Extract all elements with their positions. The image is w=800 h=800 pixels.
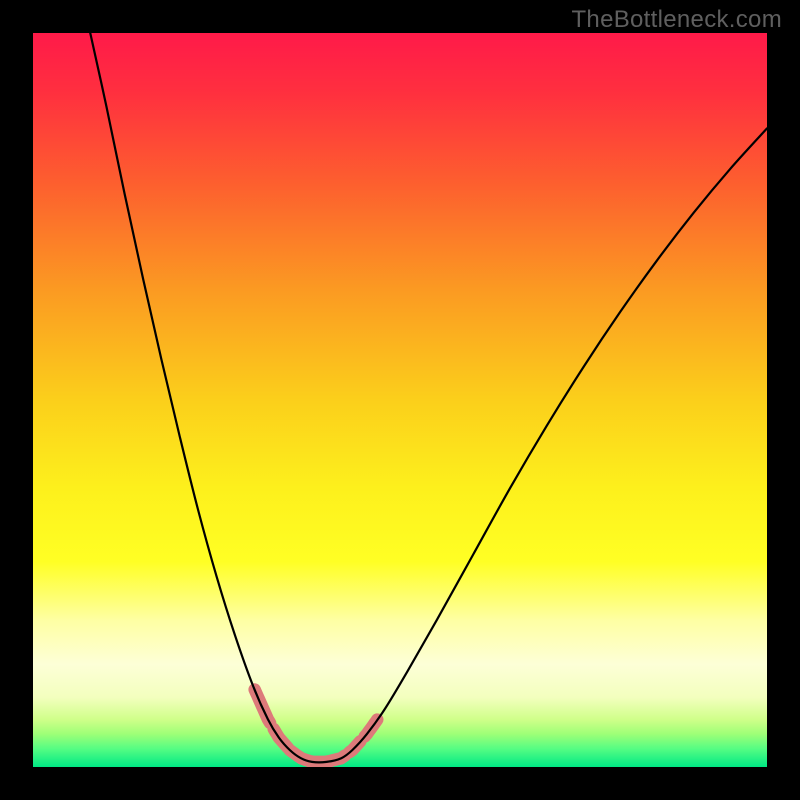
plot-area	[33, 33, 767, 767]
plot-svg	[33, 33, 767, 767]
gradient-background	[33, 33, 767, 767]
chart-frame: TheBottleneck.com	[0, 0, 800, 800]
watermark-text: TheBottleneck.com	[571, 6, 782, 34]
